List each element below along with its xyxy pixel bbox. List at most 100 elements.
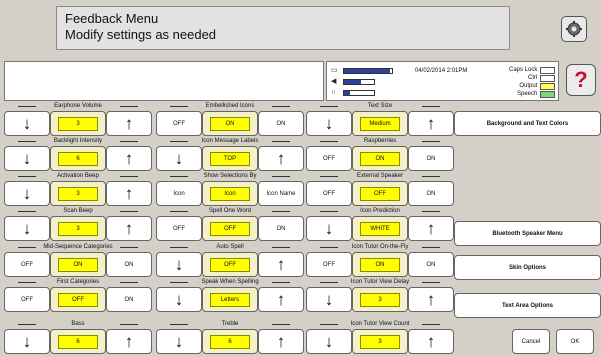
on-button[interactable]: ON: [408, 181, 454, 206]
icon-button[interactable]: Icon: [156, 181, 202, 206]
increase-button[interactable]: ↑: [106, 329, 152, 354]
on-button[interactable]: ON: [258, 111, 304, 136]
speaker-icon: ◀: [331, 78, 337, 85]
decrease-button[interactable]: ↓: [156, 287, 202, 312]
off-button[interactable]: OFF: [4, 252, 50, 277]
decrease-button[interactable]: ↓: [306, 216, 352, 241]
cancel-button[interactable]: Cancel: [512, 329, 550, 354]
activation-beep-setting: Activation Beep ↓ 3 ↑: [4, 173, 152, 208]
battery-icon: ▭: [331, 67, 338, 74]
setting-value: Letters: [210, 292, 250, 307]
on-button[interactable]: ON: [408, 252, 454, 277]
increase-button[interactable]: ↑: [258, 287, 304, 312]
decrease-button[interactable]: ↓: [306, 111, 352, 136]
decrease-button[interactable]: ↓: [156, 146, 202, 171]
increase-button[interactable]: ↑: [106, 146, 152, 171]
decrease-button[interactable]: ↓: [156, 329, 202, 354]
increase-button[interactable]: ↑: [408, 329, 454, 354]
setting-value: TOP: [210, 151, 250, 166]
setting-value: 6: [210, 334, 250, 349]
key-indicators: Caps Lock Ctrl Output Speech: [509, 66, 556, 98]
increase-button[interactable]: ↑: [258, 252, 304, 277]
decrease-button[interactable]: ↓: [4, 329, 50, 354]
skin-options-button[interactable]: Skin Options: [454, 255, 601, 280]
decrease-button[interactable]: ↓: [306, 287, 352, 312]
earphone-volume-setting: Earphone Volume ↓ 3 ↑: [4, 103, 152, 138]
gear-icon: [566, 21, 582, 37]
increase-button[interactable]: ↑: [408, 287, 454, 312]
increase-button[interactable]: ↑: [106, 111, 152, 136]
volume-level: ◀: [331, 78, 375, 85]
scan-beep-setting: Scan Beep ↓ 3 ↑: [4, 208, 152, 243]
increase-button[interactable]: ↑: [106, 181, 152, 206]
off-button[interactable]: OFF: [306, 146, 352, 171]
setting-value: 3: [360, 334, 400, 349]
output-indicator: [540, 82, 556, 90]
setting-value: ON: [58, 257, 98, 272]
background-text-colors-button[interactable]: Background and Text Colors: [454, 111, 601, 136]
message-window[interactable]: [4, 61, 324, 101]
setting-value: 6: [58, 151, 98, 166]
setting-value: OFF: [360, 186, 400, 201]
date-time: 04/02/2014 2:01PM: [415, 68, 468, 74]
off-button[interactable]: OFF: [156, 216, 202, 241]
status-panel: ▭ ◀ ∩ 04/02/2014 2:01PM Caps Lock Ctrl O…: [326, 61, 559, 101]
ok-button[interactable]: OK: [556, 329, 594, 354]
header-bar: Feedback Menu Modify settings as needed: [0, 0, 601, 58]
increase-button[interactable]: ↑: [408, 216, 454, 241]
decrease-button[interactable]: ↓: [306, 329, 352, 354]
increase-button[interactable]: ↑: [258, 146, 304, 171]
setting-value: ON: [360, 151, 400, 166]
speech-indicator: [540, 90, 556, 98]
battery-level: ▭: [331, 67, 393, 74]
icon-prediction-setting: Icon Prediction ↓ WHITE ↑: [306, 208, 454, 243]
setting-value: 3: [58, 186, 98, 201]
off-button[interactable]: OFF: [306, 181, 352, 206]
on-button[interactable]: ON: [106, 287, 152, 312]
caps-lock-indicator: [540, 66, 556, 74]
setting-value: Medium: [360, 116, 400, 131]
increase-button[interactable]: ↑: [106, 216, 152, 241]
show-selections-by-setting: Show Selections By Icon Icon Icon Name: [156, 173, 304, 208]
mid-sequence-categories-setting: Mid-Sequence Categories OFF ON ON: [4, 244, 152, 279]
text-size-setting: Text Size ↓ Medium ↑: [306, 103, 454, 138]
embellished-icons-setting: Embellished Icons OFF ON ON: [156, 103, 304, 138]
decrease-button[interactable]: ↓: [4, 146, 50, 171]
bluetooth-speaker-menu-button[interactable]: Bluetooth Speaker Menu: [454, 221, 601, 246]
backlight-intensity-setting: Backlight Intensity ↓ 6 ↑: [4, 138, 152, 173]
off-button[interactable]: OFF: [306, 252, 352, 277]
settings-button[interactable]: [561, 16, 587, 42]
increase-button[interactable]: ↑: [408, 111, 454, 136]
decrease-button[interactable]: ↓: [4, 111, 50, 136]
setting-value: ON: [360, 257, 400, 272]
help-button[interactable]: ?: [566, 64, 596, 96]
setting-value: OFF: [58, 292, 98, 307]
first-categories-setting: First Categories OFF OFF ON: [4, 279, 152, 314]
icon-name-button[interactable]: Icon Name: [258, 181, 304, 206]
earphone-level: ∩: [331, 89, 375, 96]
page-title: Feedback Menu: [65, 11, 159, 26]
setting-value: 3: [360, 292, 400, 307]
increase-button[interactable]: ↑: [258, 329, 304, 354]
on-button[interactable]: ON: [106, 252, 152, 277]
external-speaker-setting: External Speaker OFF OFF ON: [306, 173, 454, 208]
decrease-button[interactable]: ↓: [156, 252, 202, 277]
title-panel: Feedback Menu Modify settings as needed: [56, 6, 510, 50]
icon-tutor-view-count-setting: Icon Tutor View Count ↓ 3 ↑: [306, 321, 454, 356]
setting-value: Icon: [210, 186, 250, 201]
headphones-icon: ∩: [331, 89, 337, 96]
off-button[interactable]: OFF: [4, 287, 50, 312]
decrease-button[interactable]: ↓: [4, 216, 50, 241]
setting-value: WHITE: [360, 221, 400, 236]
setting-value: OFF: [210, 257, 250, 272]
setting-value: OFF: [210, 221, 250, 236]
text-area-options-button[interactable]: Text Area Options: [454, 293, 601, 318]
off-button[interactable]: OFF: [156, 111, 202, 136]
on-button[interactable]: ON: [408, 146, 454, 171]
raspberries-setting: Raspberries OFF ON ON: [306, 138, 454, 173]
setting-value: 6: [58, 334, 98, 349]
icon-message-labels-setting: Icon Message Labels ↓ TOP ↑: [156, 138, 304, 173]
on-button[interactable]: ON: [258, 216, 304, 241]
setting-value: 3: [58, 116, 98, 131]
decrease-button[interactable]: ↓: [4, 181, 50, 206]
